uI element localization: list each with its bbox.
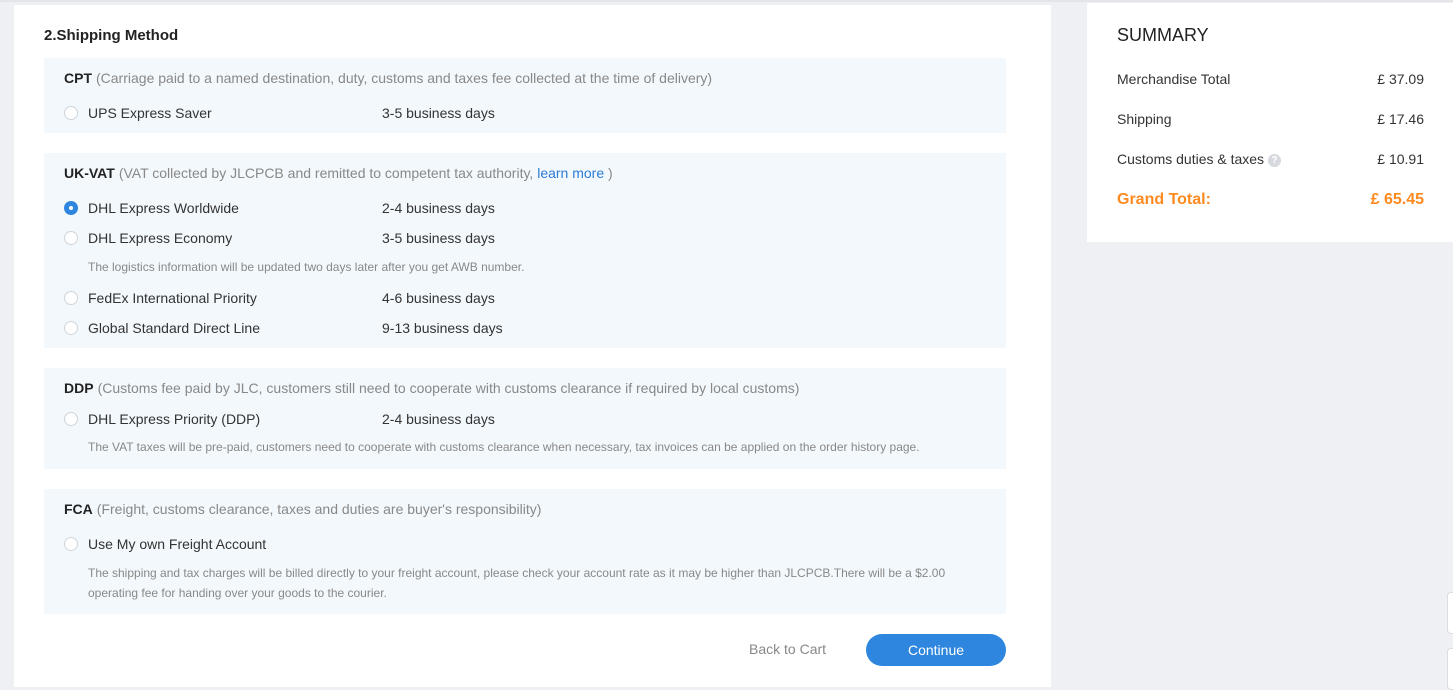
shipping-group-uk-vat: UK-VAT (VAT collected by JLCPCB and remit… bbox=[44, 153, 1006, 348]
customs-duties-label-wrap: Customs duties & taxes? bbox=[1117, 151, 1282, 167]
floating-side-tab[interactable] bbox=[1447, 592, 1453, 634]
option-delivery-time: 2-4 business days bbox=[382, 411, 495, 427]
option-name: DHL Express Economy bbox=[88, 230, 233, 246]
option-name: DHL Express Priority (DDP) bbox=[88, 411, 261, 427]
shipping-option-own-freight-account[interactable]: Use My own Freight Account bbox=[64, 536, 764, 554]
shipping-option-dhl-express-economy[interactable]: DHL Express Economy 3-5 business days bbox=[64, 230, 764, 248]
option-name: Global Standard Direct Line bbox=[88, 320, 260, 336]
group-code: FCA bbox=[64, 501, 93, 517]
shipping-option-ups-express-saver[interactable]: UPS Express Saver 3-5 business days bbox=[64, 105, 764, 123]
merchandise-total-value: £ 37.09 bbox=[1377, 71, 1424, 87]
customs-duties-value: £ 10.91 bbox=[1377, 151, 1424, 167]
shipping-group-ddp: DDP (Customs fee paid by JLC, customers s… bbox=[44, 368, 1006, 469]
radio-button[interactable] bbox=[64, 412, 78, 426]
radio-button[interactable] bbox=[64, 106, 78, 120]
option-note-line-1: The shipping and tax charges will be bil… bbox=[88, 566, 946, 580]
group-header: CPT (Carriage paid to a named destination… bbox=[64, 70, 712, 86]
option-name: Use My own Freight Account bbox=[88, 536, 267, 552]
floating-side-tab[interactable] bbox=[1447, 648, 1453, 690]
group-header: FCA (Freight, customs clearance, taxes an… bbox=[64, 501, 541, 517]
radio-button-selected[interactable] bbox=[64, 201, 78, 215]
option-name: FedEx International Priority bbox=[88, 290, 257, 306]
grand-total-label: Grand Total: bbox=[1117, 191, 1211, 208]
shipping-option-dhl-express-priority-ddp[interactable]: DHL Express Priority (DDP) 2-4 business … bbox=[64, 411, 764, 429]
order-summary-panel: SUMMARY Merchandise Total £ 37.09 Shippi… bbox=[1087, 3, 1453, 242]
option-note-line-2: operating fee for handing over your good… bbox=[88, 586, 387, 600]
option-delivery-time: 4-6 business days bbox=[382, 290, 495, 306]
option-note: The logistics information will be update… bbox=[88, 260, 525, 274]
group-code: CPT bbox=[64, 70, 92, 86]
group-header: UK-VAT (VAT collected by JLCPCB and remit… bbox=[64, 165, 613, 181]
group-description: (VAT collected by JLCPCB and remitted to… bbox=[118, 165, 534, 181]
radio-button[interactable] bbox=[64, 291, 78, 305]
group-code: DDP bbox=[64, 380, 94, 396]
group-description: (Carriage paid to a named destination, d… bbox=[96, 70, 713, 86]
merchandise-total-label: Merchandise Total bbox=[1117, 71, 1231, 87]
radio-button[interactable] bbox=[64, 321, 78, 335]
back-to-cart-button[interactable]: Back to Cart bbox=[749, 641, 826, 657]
shipping-value: £ 17.46 bbox=[1377, 111, 1424, 127]
summary-title: SUMMARY bbox=[1117, 25, 1209, 45]
grand-total-value: £ 65.45 bbox=[1370, 191, 1424, 208]
shipping-option-fedex-international-priority[interactable]: FedEx International Priority 4-6 busines… bbox=[64, 290, 764, 308]
group-description-end: ) bbox=[608, 165, 613, 181]
radio-button[interactable] bbox=[64, 537, 78, 551]
shipping-panel: 2.Shipping Method CPT (Carriage paid to a… bbox=[14, 5, 1051, 687]
section-title: 2.Shipping Method bbox=[44, 27, 179, 44]
option-name: UPS Express Saver bbox=[88, 105, 212, 121]
customs-duties-label: Customs duties & taxes bbox=[1117, 151, 1265, 167]
shipping-option-dhl-express-worldwide[interactable]: DHL Express Worldwide 2-4 business days bbox=[64, 200, 764, 218]
group-description: (Freight, customs clearance, taxes and d… bbox=[96, 501, 542, 517]
option-delivery-time: 2-4 business days bbox=[382, 200, 495, 216]
option-delivery-time: 3-5 business days bbox=[382, 105, 495, 121]
continue-button[interactable]: Continue bbox=[866, 634, 1006, 666]
group-code: UK-VAT bbox=[64, 165, 115, 181]
shipping-option-global-standard-direct-line[interactable]: Global Standard Direct Line 9-13 busines… bbox=[64, 320, 764, 338]
group-description: (Customs fee paid by JLC, customers stil… bbox=[97, 380, 800, 396]
help-icon[interactable]: ? bbox=[1268, 153, 1282, 167]
option-note: The VAT taxes will be pre-paid, customer… bbox=[88, 440, 920, 454]
option-delivery-time: 9-13 business days bbox=[382, 320, 503, 336]
option-delivery-time: 3-5 business days bbox=[382, 230, 495, 246]
shipping-group-fca: FCA (Freight, customs clearance, taxes an… bbox=[44, 489, 1006, 614]
top-divider bbox=[0, 0, 1453, 2]
option-name: DHL Express Worldwide bbox=[88, 200, 239, 216]
group-header: DDP (Customs fee paid by JLC, customers s… bbox=[64, 380, 799, 396]
shipping-group-cpt: CPT (Carriage paid to a named destination… bbox=[44, 58, 1006, 133]
learn-more-link[interactable]: learn more bbox=[537, 165, 604, 181]
shipping-label: Shipping bbox=[1117, 111, 1172, 127]
radio-button[interactable] bbox=[64, 231, 78, 245]
